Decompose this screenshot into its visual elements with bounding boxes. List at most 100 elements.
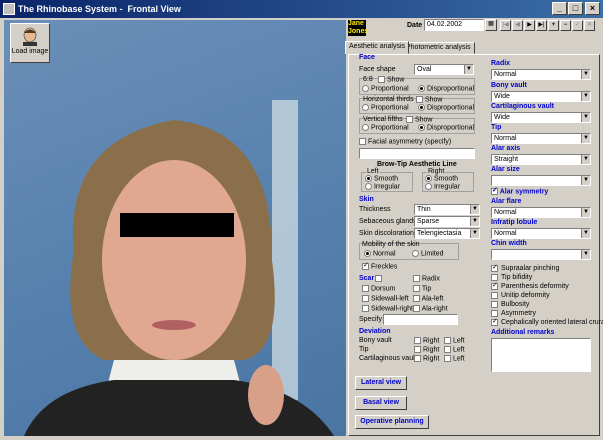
sebaceous-select[interactable]: Sparse ▼ <box>414 216 480 227</box>
chin-width-label: Chin width <box>491 240 527 247</box>
minimize-button[interactable]: _ <box>552 2 567 15</box>
ratio-label: 6:8 <box>363 76 373 83</box>
radio-icon <box>412 250 419 257</box>
deformity-checkbox[interactable]: Supraalar pinching <box>491 263 559 272</box>
close-button[interactable]: × <box>585 2 600 15</box>
ratio-show-checkbox[interactable]: Show <box>378 76 404 83</box>
deviation-bony-right-checkbox[interactable]: Right <box>414 337 439 344</box>
mobility-label: Mobility of the skin <box>362 241 420 248</box>
horizontal-thirds-show-checkbox[interactable]: Show <box>416 96 442 103</box>
chin-width-select[interactable]: ▼ <box>491 249 591 260</box>
mobility-normal-radio[interactable]: Normal <box>364 250 396 257</box>
cart-vault-select[interactable]: Wide ▼ <box>491 112 591 123</box>
tab-photometric-analysis[interactable]: Photometric analysis <box>402 42 475 54</box>
brow-right-irregular-radio[interactable]: Irregular <box>425 183 460 190</box>
nav-prev-button[interactable]: ◀ <box>512 20 523 31</box>
scar-sidewall-right-checkbox[interactable]: Sidewall-right <box>362 305 413 312</box>
thickness-select[interactable]: Thin ▼ <box>414 204 480 215</box>
deviation-header: Deviation <box>359 328 391 335</box>
deformity-checkbox[interactable]: Bulbosity <box>491 301 529 308</box>
deformity-label: Bulbosity <box>501 301 530 309</box>
load-image-button[interactable]: Load image <box>10 23 50 63</box>
brow-left-irregular-radio[interactable]: Irregular <box>365 183 400 190</box>
hand-shape <box>248 365 284 425</box>
additional-remarks-input[interactable] <box>491 338 591 372</box>
facial-asymmetry-checkbox[interactable]: Facial asymmetry (specify) <box>359 138 451 145</box>
discoloration-select[interactable]: Telengiectasia ▼ <box>414 228 480 239</box>
freckles-checkbox[interactable]: Freckles <box>362 261 397 270</box>
ratio-proportional-radio[interactable]: Proportional <box>362 85 409 92</box>
patient-photo <box>4 20 346 436</box>
deformity-checkbox[interactable]: Unitip deformity <box>491 292 550 299</box>
vertical-proportional-radio[interactable]: Proportional <box>362 124 409 131</box>
load-image-label: Load image <box>11 48 49 55</box>
alar-symmetry-checkbox[interactable]: Alar symmetry <box>491 186 548 195</box>
facial-asymmetry-label: Facial asymmetry (specify) <box>367 138 452 146</box>
tip-select[interactable]: Normal ▼ <box>491 133 591 144</box>
nav-last-button[interactable]: ▶| <box>536 20 547 31</box>
face-shape-select[interactable]: Oval ▼ <box>414 64 474 75</box>
nav-next-button[interactable]: ▶ <box>524 20 535 31</box>
mobility-limited-radio[interactable]: Limited <box>412 250 444 257</box>
alar-axis-value: Straight <box>494 156 519 163</box>
basal-view-button[interactable]: Basal view <box>355 396 407 410</box>
deviation-bony-left-label: Left <box>452 337 465 345</box>
brow-right-smooth-radio[interactable]: Smooth <box>425 175 458 182</box>
checkbox-icon <box>444 355 451 362</box>
alar-size-label: Alar size <box>491 166 520 173</box>
nav-first-button[interactable]: |◀ <box>500 20 511 31</box>
deviation-cart-left-checkbox[interactable]: Left <box>444 355 465 362</box>
alar-size-select[interactable]: ▼ <box>491 175 591 186</box>
vertical-disproportional-radio[interactable]: Disproportional <box>418 124 474 131</box>
radix-select[interactable]: Normal ▼ <box>491 69 591 80</box>
patient-first-name: Jane <box>348 20 364 27</box>
calendar-button[interactable]: ▦ <box>485 19 497 31</box>
scar-checkbox[interactable] <box>375 275 382 282</box>
scar-dorsum-label: Dorsum <box>370 285 396 293</box>
nav-remove-button[interactable]: − <box>560 20 571 31</box>
deviation-tip-left-checkbox[interactable]: Left <box>444 346 465 353</box>
deviation-cart-right-checkbox[interactable]: Right <box>414 355 439 362</box>
scar-ala-left-checkbox[interactable]: Ala-left <box>413 295 443 302</box>
scar-specify-input[interactable] <box>383 314 458 325</box>
checkbox-icon <box>413 275 420 282</box>
operative-planning-button[interactable]: Operative planning <box>355 415 429 429</box>
tab-aesthetic-analysis[interactable]: Aesthetic analysis <box>345 41 410 54</box>
alar-axis-select[interactable]: Straight ▼ <box>491 154 591 165</box>
deformity-label: Unitip deformity <box>501 292 550 300</box>
brow-left-irregular-label: Irregular <box>373 183 401 191</box>
deviation-tip-right-checkbox[interactable]: Right <box>414 346 439 353</box>
alar-flare-select[interactable]: Normal ▼ <box>491 207 591 218</box>
scar-ala-right-checkbox[interactable]: Ala-right <box>413 305 448 312</box>
infratip-select[interactable]: Normal ▼ <box>491 228 591 239</box>
scar-tip-checkbox[interactable]: Tip <box>413 285 431 292</box>
facial-asymmetry-input[interactable] <box>359 148 475 159</box>
checkbox-icon <box>362 285 369 292</box>
nav-confirm-button[interactable]: ✓ <box>572 20 583 31</box>
horizontal-disproportional-radio[interactable]: Disproportional <box>418 104 474 111</box>
scar-dorsum-checkbox[interactable]: Dorsum <box>362 285 395 292</box>
bony-vault-select[interactable]: Wide ▼ <box>491 91 591 102</box>
date-field[interactable]: 04.02.2002 <box>424 19 484 31</box>
checkbox-icon <box>406 116 413 123</box>
maximize-button[interactable]: □ <box>568 2 583 15</box>
scar-sidewall-left-checkbox[interactable]: Sidewall-left <box>362 295 409 302</box>
chevron-down-icon: ▼ <box>581 113 590 122</box>
nav-cancel-button[interactable]: ✕ <box>584 20 595 31</box>
ratio-show-label: Show <box>386 76 405 84</box>
deviation-bony-right-label: Right <box>422 337 440 345</box>
brow-left-smooth-radio[interactable]: Smooth <box>365 175 398 182</box>
horizontal-proportional-radio[interactable]: Proportional <box>362 104 409 111</box>
vertical-fifths-show-label: Show <box>414 116 433 124</box>
lateral-view-button[interactable]: Lateral view <box>355 376 407 390</box>
vertical-fifths-show-checkbox[interactable]: Show <box>406 116 432 123</box>
checkbox-icon <box>413 305 420 312</box>
nav-add-button[interactable]: + <box>548 20 559 31</box>
deformity-checkbox[interactable]: Parenthesis deformity <box>491 281 569 290</box>
scar-radix-checkbox[interactable]: Radix <box>413 275 440 282</box>
deviation-bony-left-checkbox[interactable]: Left <box>444 337 465 344</box>
alar-flare-label: Alar flare <box>491 198 522 205</box>
ratio-disproportional-radio[interactable]: Disproportional <box>418 85 474 92</box>
deformity-checkbox[interactable]: Cephalically oriented lateral crura <box>491 317 603 326</box>
deviation-cart-right-label: Right <box>422 355 440 363</box>
